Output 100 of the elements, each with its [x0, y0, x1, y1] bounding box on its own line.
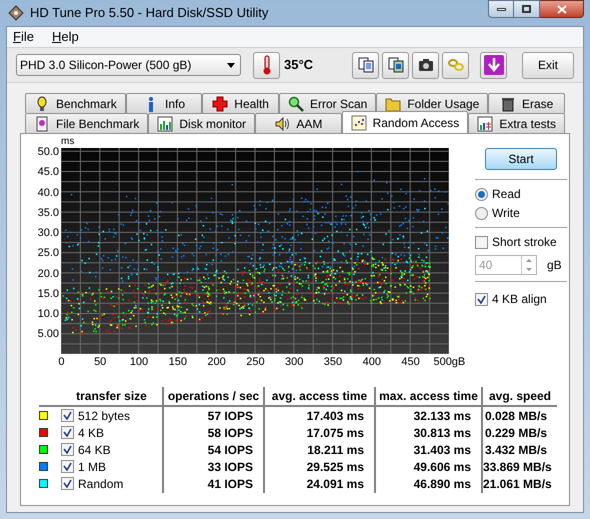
y-axis-label: 30.0 — [38, 226, 59, 242]
speaker-icon — [274, 116, 290, 132]
table-cell-text: 54 IOPS — [208, 442, 253, 458]
y-axis-label: 15.0 — [38, 286, 59, 302]
radio-button[interactable] — [475, 188, 488, 200]
trash-bin-icon — [500, 96, 516, 112]
close-button[interactable] — [540, 0, 584, 18]
table-cell-text: 21.061 MB/s — [483, 476, 552, 492]
tab[interactable]: Extra tests — [468, 113, 565, 133]
drive-dropdown[interactable]: PHD 3.0 Silicon-Power (500 gB) — [16, 54, 241, 76]
temperature-reading: 35°C — [284, 56, 314, 74]
size-unit: gB — [547, 257, 562, 274]
toolbar-button[interactable] — [412, 52, 439, 78]
checkbox[interactable] — [61, 409, 74, 422]
table-cell-text: 33 IOPS — [208, 458, 253, 476]
tab[interactable]: Health — [202, 93, 279, 113]
table-cell-text: 17.075 ms — [306, 424, 364, 442]
column-header: operations / sec — [162, 386, 263, 404]
radio-button[interactable] — [475, 206, 488, 220]
table-cell-text: 32.133 ms — [414, 408, 471, 424]
x-axis-label: 250 — [245, 355, 266, 370]
save-download-button[interactable] — [480, 52, 507, 78]
copy-image-icon — [388, 57, 404, 73]
y-axis-label: 45.0 — [38, 165, 59, 180]
y-axis-label: 5.00 — [38, 327, 59, 342]
tab[interactable]: Disk monitor — [148, 113, 256, 133]
checkbox[interactable] — [61, 477, 74, 490]
checkbox[interactable] — [61, 426, 74, 439]
tab[interactable]: AAM — [255, 113, 342, 133]
column-header: avg. access time — [263, 386, 374, 404]
column-header: transfer size — [75, 388, 148, 404]
tab[interactable]: Random Access — [342, 111, 468, 133]
table-cell-text: Random — [78, 476, 124, 492]
table-cell-text: 4 KB — [78, 424, 104, 442]
y-axis-label: 40.0 — [38, 186, 59, 201]
y-axis-unit: ms — [61, 136, 76, 148]
close-icon — [556, 4, 566, 14]
x-axis-label: 400 — [362, 355, 382, 370]
y-axis-label: 25.0 — [38, 246, 59, 262]
table-cell-text: 58 IOPS — [208, 424, 253, 442]
x-axis-label: 450 — [400, 355, 421, 370]
table-cell-text: 0.229 MB/s — [484, 424, 547, 442]
radio-label: Read — [492, 186, 521, 203]
toolbar-button[interactable] — [382, 52, 409, 78]
table-cell-text: 31.403 ms — [414, 442, 471, 458]
x-axis-label: 300 — [284, 355, 304, 370]
table-cell-text: 49.606 ms — [414, 458, 471, 476]
menu-item[interactable]: File — [13, 27, 34, 47]
radio-label: Write — [492, 205, 520, 222]
camera-icon — [418, 57, 434, 73]
y-axis-label: 20.0 — [38, 266, 59, 282]
x-axis-label: 200 — [206, 355, 227, 370]
y-axis-label: 35.0 — [38, 206, 59, 221]
y-axis-label: 50.0 — [38, 145, 59, 160]
table-cell-text: 1 MB — [78, 458, 106, 476]
tab[interactable]: Erase — [488, 93, 565, 113]
x-axis-label: 0 — [57, 355, 66, 370]
tab[interactable]: Info — [126, 93, 202, 113]
maximize-button[interactable] — [514, 0, 540, 18]
magnifier-icon — [288, 96, 304, 112]
scatter-plot-icon — [350, 114, 367, 130]
exit-button[interactable]: Exit — [522, 52, 574, 78]
x-axis-label: 100 — [128, 355, 150, 370]
table-cell-text: 512 bytes — [78, 408, 130, 424]
medical-cross-icon — [212, 96, 228, 112]
x-axis-label: 150 — [168, 355, 188, 370]
chain-icon — [448, 57, 464, 73]
copy-text-icon — [358, 57, 374, 73]
tab[interactable]: Folder Usage — [376, 93, 488, 113]
tab[interactable]: Error Scan — [278, 93, 376, 113]
document-icon — [34, 116, 50, 132]
y-axis-label: 10.0 — [38, 307, 59, 322]
table-cell-text: 57 IOPS — [208, 408, 253, 424]
checkbox[interactable] — [475, 236, 488, 248]
x-axis-label: 350 — [322, 355, 344, 370]
checkbox[interactable] — [61, 443, 74, 456]
start-button[interactable]: Start — [485, 148, 557, 170]
column-header: max. access time — [374, 386, 481, 404]
table-cell-text: 29.525 ms — [306, 458, 364, 476]
table-cell-text: 33.869 MB/s — [483, 458, 552, 476]
checkbox[interactable] — [61, 460, 74, 473]
table-cell-text: 17.403 ms — [306, 408, 364, 424]
tab[interactable]: Benchmark — [25, 93, 126, 113]
table-cell-text: 18.211 ms — [307, 442, 364, 458]
minimize-button[interactable] — [488, 0, 514, 18]
disk-app-icon — [8, 5, 24, 21]
table-cell-text: 41 IOPS — [208, 476, 253, 492]
x-axis-label: 50 — [93, 355, 108, 370]
window-title: HD Tune Pro 5.50 - Hard Disk/SSD Utility — [30, 4, 268, 22]
column-header: avg. speed — [481, 386, 557, 404]
temperature-button[interactable] — [253, 52, 280, 78]
tab[interactable]: File Benchmark — [25, 113, 148, 133]
table-cell-text: 3.432 MB/s — [484, 442, 547, 458]
menu-item[interactable]: Help — [52, 27, 79, 47]
checkbox[interactable] — [475, 292, 488, 306]
x-axis-label: 500gB — [432, 355, 466, 370]
toolbar-button[interactable] — [352, 52, 379, 78]
table-cell-text: 30.813 ms — [414, 424, 471, 442]
table-cell-text: 0.028 MB/s — [484, 408, 547, 424]
thermometer-icon — [262, 55, 272, 75]
